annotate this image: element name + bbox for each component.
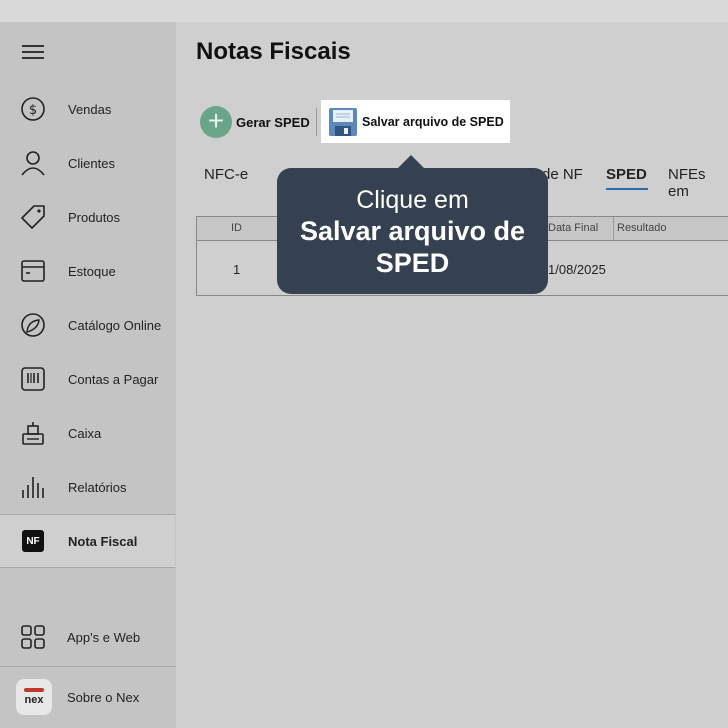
tab-nfes-em[interactable]: NFEs em [668,166,728,200]
bars-icon [20,474,46,500]
sidebar-item-label: Vendas [68,101,112,117]
sidebar-item-apps[interactable]: App's e Web [0,610,176,664]
gerar-sped-button[interactable]: + Gerar SPED [200,106,310,138]
leaf-circle-icon [20,312,46,338]
grid-icon [20,624,46,650]
tooltip-line-2: Salvar arquivo de [299,216,526,246]
tooltip-line-1: Clique em [356,186,469,214]
menu-icon[interactable] [22,45,44,61]
tab-sped[interactable]: SPED [606,166,647,183]
column-header-data-final[interactable]: Data Final [548,222,598,234]
sidebar-item-label: Nota Fiscal [68,533,138,549]
tab-nfce[interactable]: NFC-e [204,166,248,183]
person-icon [20,150,46,176]
sidebar: $ Vendas Clientes Produtos Estoque Catál… [0,22,176,728]
sidebar-item-nota-fiscal[interactable]: NF Nota Fiscal [0,514,175,568]
sidebar-item-vendas[interactable]: $ Vendas [0,82,176,136]
nf-icon: NF [20,528,46,554]
tab-active-indicator [606,188,648,190]
sidebar-item-label: Estoque [68,263,116,279]
top-strip [0,0,728,22]
nex-logo-icon: nex [16,679,52,715]
sidebar-item-label: Relatórios [68,479,127,495]
sidebar-item-relatorios[interactable]: Relatórios [0,460,176,514]
guide-tooltip: Clique em Salvar arquivo de SPED [277,168,548,294]
sidebar-item-caixa[interactable]: Caixa [0,406,176,460]
page-title: Notas Fiscais [196,38,351,65]
tooltip-arrow [397,155,425,169]
sidebar-item-contas[interactable]: Contas a Pagar [0,352,176,406]
sidebar-item-produtos[interactable]: Produtos [0,190,176,244]
tab-de-nf[interactable]: de NF [542,166,583,183]
toolbar-divider [316,108,317,136]
barcode-icon [20,366,46,392]
salvar-sped-label: Salvar arquivo de SPED [362,114,504,129]
column-header-resultado[interactable]: Resultado [617,222,667,234]
cell-data-final: 1/08/2025 [548,262,606,277]
tag-icon [20,204,46,230]
plus-circle-icon: + [200,106,232,138]
sidebar-item-label: Contas a Pagar [68,371,159,387]
salvar-sped-button[interactable]: Salvar arquivo de SPED [321,100,510,143]
box-icon [20,258,46,284]
sidebar-item-label: Sobre o Nex [67,689,140,705]
sidebar-item-estoque[interactable]: Estoque [0,244,176,298]
sidebar-item-sobre[interactable]: nex Sobre o Nex [0,670,176,724]
sidebar-item-catalogo[interactable]: Catálogo Online [0,298,176,352]
svg-text:$: $ [29,103,37,118]
register-icon [20,420,46,446]
floppy-disk-icon [328,107,358,137]
tooltip-line-3: SPED [375,248,450,278]
dollar-circle-icon: $ [20,96,46,122]
cell-id: 1 [233,262,241,277]
sidebar-item-label: Caixa [68,425,102,441]
sidebar-item-label: App's e Web [67,629,141,645]
gerar-sped-label: Gerar SPED [236,114,310,130]
sidebar-divider [0,666,176,667]
sidebar-item-label: Catálogo Online [68,317,162,333]
sidebar-item-label: Produtos [68,209,121,225]
column-header-id[interactable]: ID [231,222,242,234]
sidebar-item-label: Clientes [68,155,115,171]
nf-badge: NF [22,530,44,552]
sidebar-item-clientes[interactable]: Clientes [0,136,176,190]
